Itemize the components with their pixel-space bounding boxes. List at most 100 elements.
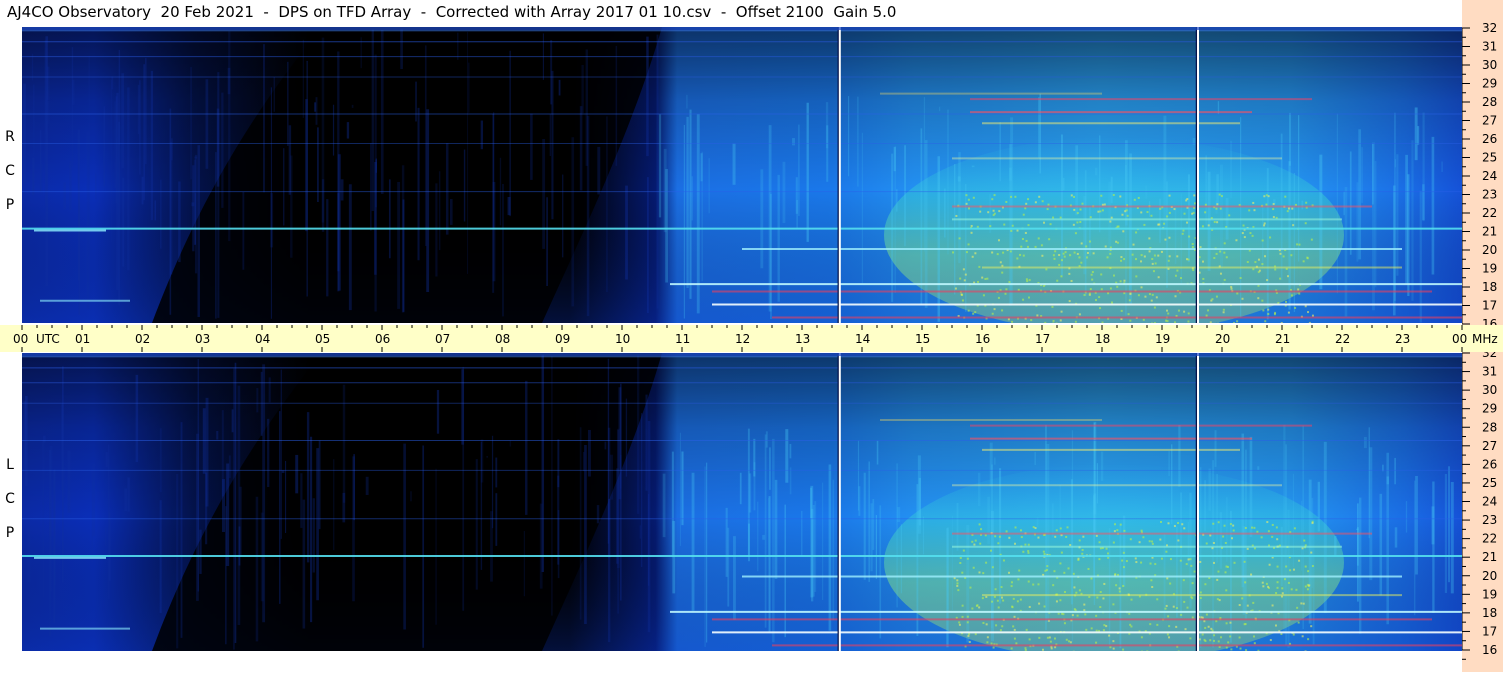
lcp-speckle <box>1128 613 1130 615</box>
lcp-speckle <box>1059 599 1061 601</box>
lcp-speckle <box>1206 542 1208 544</box>
lcp-speckle <box>1103 624 1105 626</box>
rcp-speckle <box>1124 210 1126 212</box>
rcp-speckle <box>1288 312 1290 314</box>
lcp-speckle <box>1095 615 1097 617</box>
rcp-speckle <box>964 279 966 281</box>
rcp-freq-tick-label: 30 <box>1482 58 1497 72</box>
rcp-speckle <box>1226 256 1228 258</box>
rcp-speckle <box>1266 194 1268 196</box>
lcp-speckle <box>1210 628 1212 630</box>
lcp-speckle <box>1186 607 1188 609</box>
lcp-speckle <box>1224 525 1226 527</box>
rcp-speckle <box>1285 301 1287 303</box>
rcp-speckle <box>1261 263 1263 265</box>
lcp-speckle <box>1250 574 1252 576</box>
lcp-speckle <box>1103 583 1105 585</box>
rcp-freq-tick-label: 27 <box>1482 114 1497 128</box>
rcp-speckle <box>1279 253 1281 255</box>
rcp-speckle <box>1261 300 1263 302</box>
lcp-speckle <box>993 647 995 649</box>
rcp-speckle <box>1026 278 1028 280</box>
time-tick-label: 09 <box>555 332 570 346</box>
rcp-speckle <box>1221 195 1223 197</box>
rcp-speckle <box>1223 252 1225 254</box>
time-tick-label: 06 <box>375 332 390 346</box>
rcp-speckle <box>1054 250 1056 252</box>
lcp-speckle <box>1272 524 1274 526</box>
lcp-speckle <box>1229 622 1231 624</box>
rcp-speckle <box>1163 223 1165 225</box>
lcp-speckle <box>1225 542 1227 544</box>
rcp-speckle <box>965 274 967 276</box>
rcp-speckle <box>1026 240 1028 242</box>
lcp-speckle <box>1060 527 1062 529</box>
time-tick-label: 04 <box>255 332 270 346</box>
lcp-speckle <box>1165 551 1167 553</box>
lcp-speckle <box>1081 553 1083 555</box>
rcp-speckle <box>1303 260 1305 262</box>
lcp-speckle <box>1288 582 1290 584</box>
lcp-speckle <box>1025 649 1027 651</box>
lcp-speckle <box>973 544 975 546</box>
lcp-freq-tick-label: 22 <box>1482 532 1497 546</box>
lcp-speckle <box>1268 530 1270 532</box>
lcp-speckle <box>1256 531 1258 533</box>
rcp-speckle <box>1135 275 1137 277</box>
rcp-speckle <box>1220 208 1222 210</box>
lcp-speckle <box>1122 585 1124 587</box>
rcp-speckle <box>998 210 1000 212</box>
rcp-speckle <box>1119 195 1121 197</box>
lcp-speckle <box>1011 647 1013 649</box>
rcp-speckle <box>1157 255 1159 257</box>
lcp-speckle <box>1271 536 1273 538</box>
lcp-speckle <box>1199 561 1201 563</box>
rcp-speckle <box>974 252 976 254</box>
rcp-freq-tick-label: 28 <box>1482 95 1497 109</box>
lcp-speckle <box>1170 558 1172 560</box>
rcp-speckle <box>1134 199 1136 201</box>
rcp-speckle <box>968 199 970 201</box>
lcp-freq-tick-label: 30 <box>1482 383 1497 397</box>
lcp-speckle <box>1203 620 1205 622</box>
rcp-speckle <box>968 310 970 312</box>
lcp-speckle <box>1038 637 1040 639</box>
lcp-speckle <box>1098 558 1100 560</box>
lcp-speckle <box>1082 549 1084 551</box>
rcp-speckle <box>1079 313 1081 315</box>
rcp-speckle <box>1219 250 1221 252</box>
time-tick-label: 14 <box>855 332 870 346</box>
rcp-speckle <box>1017 230 1019 232</box>
lcp-freq-tick-label: 24 <box>1482 495 1497 509</box>
rcp-speckle <box>1133 244 1135 246</box>
lcp-speckle <box>954 577 956 579</box>
lcp-speckle <box>1011 581 1013 583</box>
rcp-speckle <box>1079 209 1081 211</box>
rcp-speckle <box>1041 244 1043 246</box>
rcp-speckle <box>1019 254 1021 256</box>
lcp-speckle <box>1298 622 1300 624</box>
rcp-speckle <box>1078 256 1080 258</box>
rcp-speckle <box>1236 320 1238 322</box>
lcp-speckle <box>1106 548 1108 550</box>
rcp-speckle <box>1000 261 1002 263</box>
lcp-speckle <box>1083 604 1085 606</box>
lcp-speckle <box>1038 603 1040 605</box>
rcp-speckle <box>1140 260 1142 262</box>
rcp-speckle <box>1018 289 1020 291</box>
lcp-speckle <box>991 643 993 645</box>
lcp-speckle <box>1119 590 1121 592</box>
rcp-speckle <box>955 288 957 290</box>
lcp-speckle <box>1079 539 1081 541</box>
time-tick-label: 05 <box>315 332 330 346</box>
rcp-speckle <box>1233 322 1235 323</box>
lcp-speckle <box>967 616 969 618</box>
rcp-speckle <box>959 237 961 239</box>
lcp-speckle <box>994 535 996 537</box>
lcp-speckle <box>1189 637 1191 639</box>
lcp-speckle <box>985 596 987 598</box>
lcp-speckle <box>1168 625 1170 627</box>
rcp-speckle <box>1058 264 1060 266</box>
lcp-speckle <box>978 606 980 608</box>
rcp-speckle <box>1216 221 1218 223</box>
